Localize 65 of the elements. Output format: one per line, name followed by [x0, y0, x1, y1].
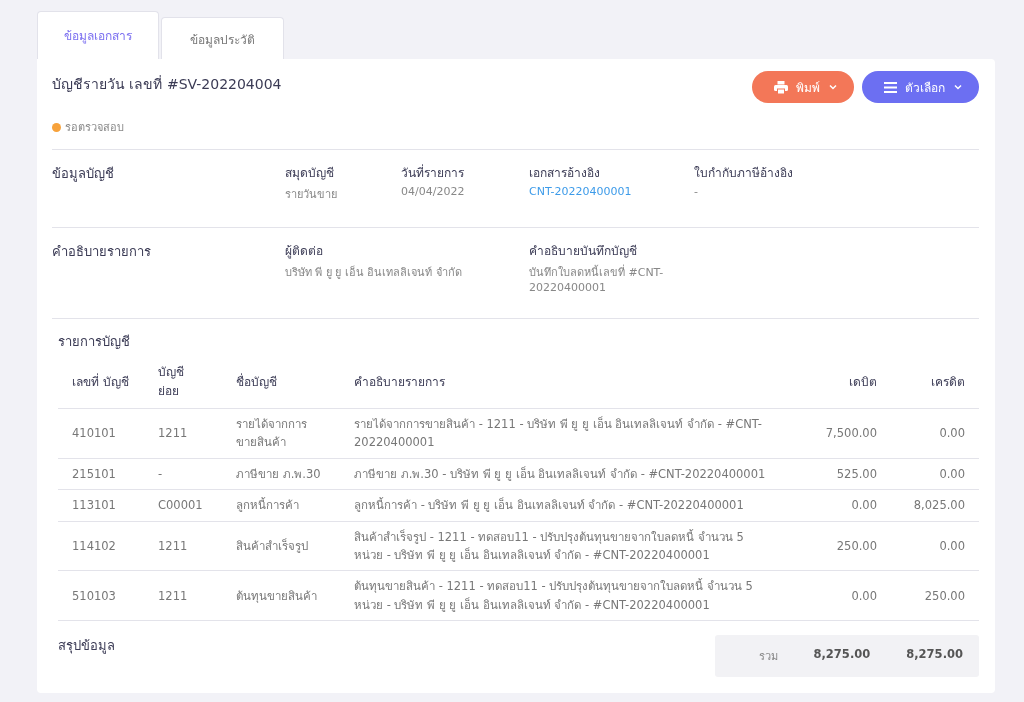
field-value: - — [694, 185, 699, 198]
table-cell: 1211 — [144, 408, 222, 459]
table-cell: 7,500.00 — [783, 408, 891, 459]
total-debit: 8,275.00 — [813, 647, 871, 664]
table-cell: - — [144, 458, 222, 490]
field-label: ใบกำกับภาษีอ้างอิง — [694, 165, 794, 182]
field-value: บริษัท พี ยู ยู เอ็น อินเทลลิเจนท์ จำกัด — [285, 264, 463, 281]
table-cell: 114102 — [58, 521, 144, 571]
section-title: รายการบัญชี — [58, 334, 130, 349]
column-header: ชื่อบัญชี — [222, 358, 340, 409]
table-cell: รายได้จากการขายสินค้า - 1211 - บริษัท พี ยู ยู เอ็น อินเทลลิเจนท์ จำกัด - #CNT-20220400001 — [340, 408, 783, 459]
table-cell: 1211 — [144, 570, 222, 621]
section-title: สรุปข้อมูล — [58, 637, 115, 656]
table-cell: ภาษีขาย ภ.พ.30 - บริษัท พี ยู ยู เอ็น อินเทลลิเจนท์ จำกัด - #CNT-20220400001 — [340, 458, 783, 490]
table-cell: สินค้าสำเร็จรูป — [222, 521, 340, 571]
status-label: รอตรวจสอบ — [65, 120, 124, 136]
field-label: คำอธิบายบันทึกบัญชี — [529, 243, 638, 260]
table-cell: 250.00 — [891, 570, 979, 621]
field-label: วันที่รายการ — [401, 163, 465, 182]
table-cell: ลูกหนี้การค้า — [222, 489, 340, 522]
chevron-down-icon — [828, 82, 838, 92]
table-cell: รายได้จากการขายสินค้า — [222, 408, 340, 459]
field-value: รายวันขาย — [285, 187, 338, 203]
table-cell: 0.00 — [783, 489, 891, 522]
table-cell: 0.00 — [891, 408, 979, 459]
table-cell: ต้นทุนขายสินค้า — [222, 570, 340, 621]
field-label: เอกสารอ้างอิง — [529, 165, 601, 182]
table-cell: 525.00 — [783, 458, 891, 490]
table-cell: 0.00 — [891, 458, 979, 490]
column-header: เลขที่ บัญชี — [58, 358, 144, 409]
printer-icon — [774, 80, 788, 94]
document-title: บัญชีรายวัน เลขที่ #SV-202204004 — [52, 74, 282, 94]
menu-icon — [884, 81, 897, 93]
total-label: รวม — [758, 649, 778, 666]
table-cell: 0.00 — [891, 521, 979, 571]
field-label: สมุดบัญชี — [285, 165, 335, 182]
options-button[interactable]: ตัวเลือก — [862, 71, 979, 103]
print-button[interactable]: พิมพ์ — [752, 71, 854, 103]
table-cell: 250.00 — [783, 521, 891, 571]
table-cell: สินค้าสำเร็จรูป - 1211 - ทดสอบ11 - ปรับปรุงต้นทุนขายจากใบลดหนี้ จำนวน 5 หน่วย - บริษัท พี ยู ยู เอ็น อินเทลลิเจนท์ จำกัด - #CNT-20220400001 — [340, 521, 783, 571]
reference-link[interactable]: CNT-20220400001 — [529, 185, 694, 198]
section-title: คำอธิบายรายการ — [52, 243, 152, 261]
table-cell: C00001 — [144, 489, 222, 522]
field-value: 04/04/2022 — [401, 185, 466, 198]
table-cell: 215101 — [58, 458, 144, 490]
chevron-down-icon — [953, 82, 963, 92]
tab[interactable]: ข้อมูลเอกสาร — [37, 11, 159, 59]
field-label: ผู้ติดต่อ — [285, 243, 324, 260]
table-cell: 113101 — [58, 489, 144, 522]
table-cell: 410101 — [58, 408, 144, 459]
table-cell: 8,025.00 — [891, 489, 979, 522]
table-cell: 1211 — [144, 521, 222, 571]
table-cell: 510103 — [58, 570, 144, 621]
tab[interactable]: ข้อมูลประวัติ — [161, 17, 284, 59]
column-header: เครดิต — [891, 358, 979, 409]
column-header: บัญชี ย่อย — [144, 358, 222, 409]
table-cell: ต้นทุนขายสินค้า - 1211 - ทดสอบ11 - ปรับปรุงต้นทุนขายจากใบลดหนี้ จำนวน 5 หน่วย - บริษัท พี ยู ยู เอ็น อินเทลลิเจนท์ จำกัด - #CNT-20220400001 — [340, 570, 783, 621]
table-cell: ภาษีขาย ภ.พ.30 — [222, 458, 340, 490]
column-header: เดบิต — [783, 358, 891, 409]
total-credit: 8,275.00 — [906, 647, 963, 664]
table-cell: 0.00 — [783, 570, 891, 621]
column-header: คำอธิบายรายการ — [340, 358, 783, 409]
section-title: ข้อมูลบัญชี — [52, 165, 115, 184]
field-value: บันทึกใบลดหนี้เลขที่ #CNT-20220400001 — [529, 263, 665, 294]
table-cell: ลูกหนี้การค้า - บริษัท พี ยู ยู เอ็น อินเทลลิเจนท์ จำกัด - #CNT-20220400001 — [340, 489, 783, 522]
